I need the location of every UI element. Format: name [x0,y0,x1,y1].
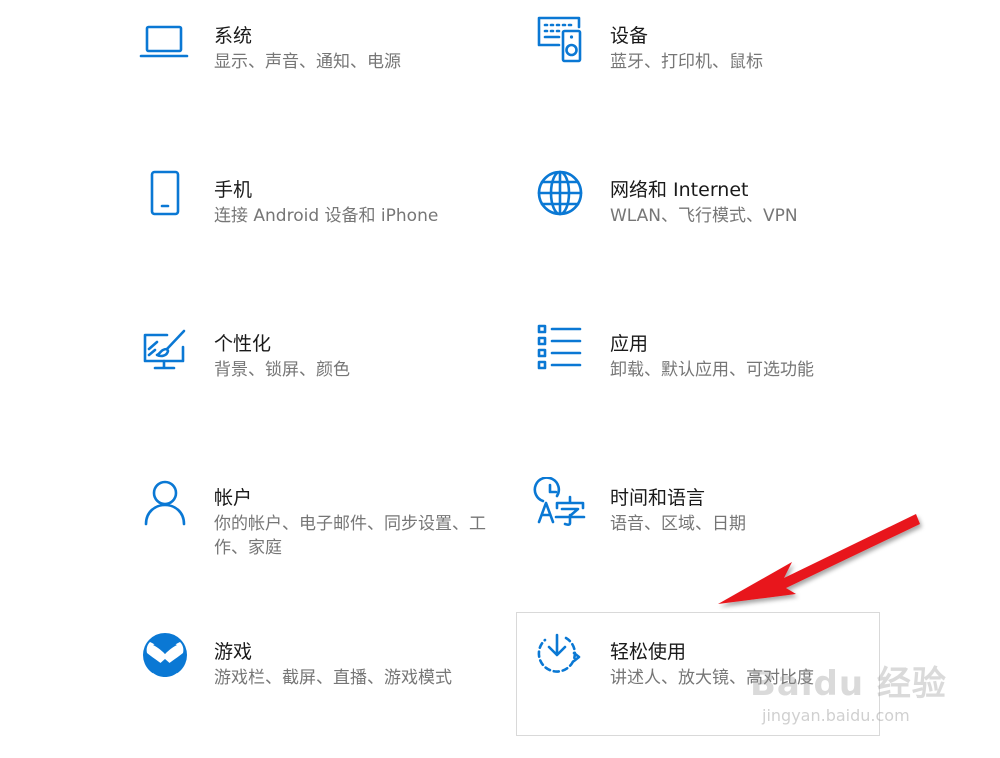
tile-accounts[interactable]: 帐户 你的帐户、电子邮件、同步设置、工作、家庭 [136,476,500,604]
tile-description: 蓝牙、打印机、鼠标 [610,52,763,72]
tile-gaming[interactable]: 游戏 游戏栏、截屏、直播、游戏模式 [136,630,500,758]
tile-title: 应用 [610,333,649,355]
tile-network[interactable]: 网络和 Internet WLAN、飞行模式、VPN [532,168,896,296]
person-icon [137,477,193,533]
ease-of-access-icon [533,631,589,687]
tile-description: 你的帐户、电子邮件、同步设置、工作、家庭 [214,514,486,558]
globe-icon [533,169,589,225]
tile-description: 语音、区域、日期 [610,514,746,534]
tile-description: 显示、声音、通知、电源 [214,52,401,72]
tile-description: 背景、锁屏、颜色 [214,360,350,380]
tile-title: 手机 [214,179,253,201]
app-list-icon [533,323,589,379]
tile-phone[interactable]: 手机 连接 Android 设备和 iPhone [136,168,500,296]
tile-title: 帐户 [214,487,253,509]
tile-title: 轻松使用 [610,641,687,663]
tile-personalization[interactable]: 个性化 背景、锁屏、颜色 [136,322,500,450]
tile-apps[interactable]: 应用 卸载、默认应用、可选功能 [532,322,896,450]
tile-description: WLAN、飞行模式、VPN [610,206,798,226]
tile-description: 连接 Android 设备和 iPhone [214,206,439,226]
phone-icon [137,169,193,225]
tile-system[interactable]: 系统 显示、声音、通知、电源 [136,14,500,142]
tile-devices[interactable]: 设备 蓝牙、打印机、鼠标 [532,14,896,142]
tile-title: 游戏 [214,641,253,663]
tile-time-language[interactable]: 时间和语言 语音、区域、日期 [532,476,896,604]
tile-title: 设备 [610,25,649,47]
paint-monitor-icon [137,323,193,379]
tile-title: 时间和语言 [610,487,706,509]
xbox-icon [137,631,193,687]
keyboard-speaker-icon [533,15,589,71]
tile-title: 个性化 [214,333,272,355]
tile-description: 游戏栏、截屏、直播、游戏模式 [214,668,452,688]
tile-description: 讲述人、放大镜、高对比度 [610,668,814,688]
laptop-icon [137,15,193,71]
clock-language-icon [533,477,589,533]
tile-ease-of-access[interactable]: 轻松使用 讲述人、放大镜、高对比度 [516,612,880,736]
tile-title: 系统 [214,25,253,47]
tile-title: 网络和 Internet [610,179,749,201]
tile-description: 卸载、默认应用、可选功能 [610,360,814,380]
